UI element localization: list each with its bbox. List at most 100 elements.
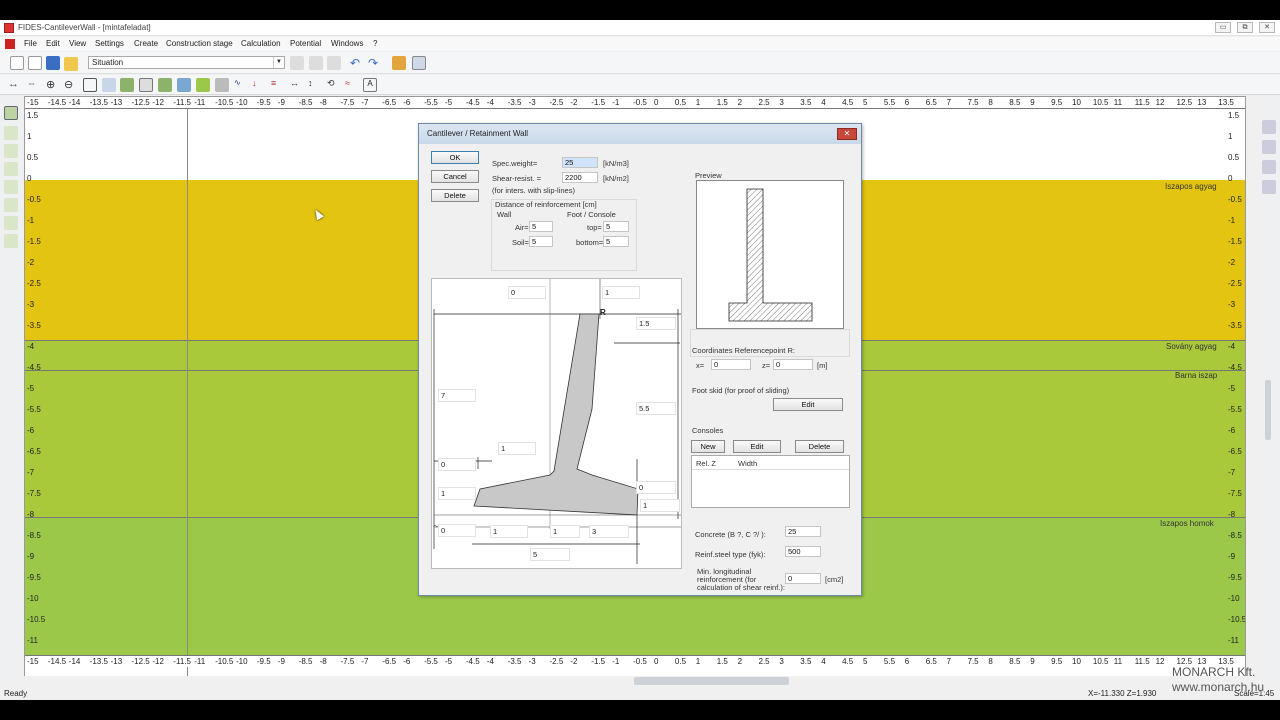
menu-windows[interactable]: Windows: [331, 39, 363, 48]
zoom-in-icon[interactable]: ⊕: [46, 78, 60, 92]
concrete-input[interactable]: 25: [785, 526, 821, 537]
dialog-close-button[interactable]: ✕: [837, 128, 857, 140]
menu-help[interactable]: ?: [373, 39, 377, 48]
restore-button[interactable]: ⧉: [1237, 22, 1253, 33]
new-doc-icon[interactable]: [28, 56, 42, 70]
dim-input[interactable]: 0: [438, 458, 476, 471]
dim-input[interactable]: 5: [530, 548, 570, 561]
vertical-scrollbar[interactable]: [1265, 380, 1271, 440]
water-icon[interactable]: ≈: [345, 78, 359, 92]
line-load-icon[interactable]: ≡: [271, 78, 285, 92]
wall-geometry-editor[interactable]: R 0 1 1.5 7 5.5 1 0 1 0 1 0 1 1 3 5: [431, 278, 682, 569]
y-axis-label: -5.5: [1228, 405, 1242, 414]
dim-input[interactable]: 0: [438, 524, 476, 537]
delete-console-button[interactable]: Delete: [795, 440, 844, 453]
menu-calculation[interactable]: Calculation: [241, 39, 281, 48]
dim-input[interactable]: 1.5: [636, 317, 676, 330]
ruler-tick: -13: [110, 98, 123, 107]
dim-input[interactable]: 3: [589, 525, 629, 538]
menu-construction-stage[interactable]: Construction stage: [166, 39, 233, 48]
side-tool-icon[interactable]: [1262, 120, 1276, 134]
tool-icon[interactable]: [4, 126, 18, 140]
load-icon[interactable]: ∿: [234, 78, 248, 92]
min-long-input[interactable]: 0: [785, 573, 821, 584]
print-preview-icon[interactable]: [412, 56, 426, 70]
dim-input[interactable]: 1: [490, 525, 528, 538]
grid-icon[interactable]: [102, 78, 116, 92]
edit-console-button[interactable]: Edit: [733, 440, 781, 453]
hand-icon[interactable]: ↔: [8, 78, 22, 92]
rotate-icon[interactable]: ⟲: [327, 78, 341, 92]
tool-icon[interactable]: [4, 216, 18, 230]
open-folder-icon[interactable]: [64, 57, 78, 71]
anchor-icon[interactable]: [196, 78, 210, 92]
menu-potential[interactable]: Potential: [290, 39, 321, 48]
pile-icon[interactable]: [215, 78, 229, 92]
save-icon[interactable]: [46, 56, 60, 70]
dim-input[interactable]: 5.5: [636, 402, 676, 415]
scroll-thumb[interactable]: [634, 677, 789, 685]
layer-icon[interactable]: [120, 78, 134, 92]
force-icon[interactable]: ↓: [252, 78, 266, 92]
dim-input[interactable]: 7: [438, 389, 476, 402]
app-icon: [4, 23, 14, 33]
first-icon[interactable]: [290, 56, 304, 70]
situation-select[interactable]: Situation ▼: [88, 56, 285, 69]
top-input[interactable]: 5: [603, 221, 629, 232]
zoom-out-icon[interactable]: ⊖: [64, 78, 78, 92]
pan-icon[interactable]: ⇔: [27, 78, 41, 92]
tool-icon[interactable]: [4, 144, 18, 158]
delete-button[interactable]: Delete: [431, 189, 479, 202]
bottom-input[interactable]: 5: [603, 236, 629, 247]
new-console-button[interactable]: New: [691, 440, 725, 453]
horizontal-scrollbar[interactable]: [24, 676, 1246, 686]
new-file-icon[interactable]: [10, 56, 24, 70]
air-input[interactable]: 5: [529, 221, 553, 232]
steel-input[interactable]: 500: [785, 546, 821, 557]
tool-icon[interactable]: [4, 162, 18, 176]
cancel-button[interactable]: Cancel: [431, 170, 479, 183]
side-tool-icon[interactable]: [1262, 140, 1276, 154]
dim-input[interactable]: 0: [508, 286, 546, 299]
terrain-icon[interactable]: [158, 78, 172, 92]
foot-skid-edit-button[interactable]: Edit: [773, 398, 843, 411]
next-icon[interactable]: [309, 56, 323, 70]
x-input[interactable]: 0: [711, 359, 751, 370]
menu-view[interactable]: View: [69, 39, 86, 48]
copy-icon[interactable]: [392, 56, 406, 70]
undo-icon[interactable]: ↶: [350, 56, 364, 70]
text-icon[interactable]: A: [363, 78, 377, 92]
dim-input[interactable]: 1: [602, 286, 640, 299]
side-tool-icon[interactable]: [1262, 180, 1276, 194]
soil-input[interactable]: 5: [529, 236, 553, 247]
menu-file[interactable]: File: [24, 39, 37, 48]
menu-create[interactable]: Create: [134, 39, 158, 48]
shear-resist-input[interactable]: 2200: [562, 172, 598, 183]
menu-settings[interactable]: Settings: [95, 39, 124, 48]
z-input[interactable]: 0: [773, 359, 813, 370]
dim-input[interactable]: 1: [438, 487, 476, 500]
document-icon[interactable]: [5, 39, 15, 49]
menu-edit[interactable]: Edit: [46, 39, 60, 48]
redo-icon[interactable]: ↷: [368, 56, 382, 70]
side-tool-icon[interactable]: [1262, 160, 1276, 174]
dim-input[interactable]: 1: [550, 525, 580, 538]
ok-button[interactable]: OK: [431, 151, 479, 164]
zoom-window-icon[interactable]: [83, 78, 97, 92]
tool-icon[interactable]: [4, 198, 18, 212]
dim-input[interactable]: 1: [640, 499, 680, 512]
wall-icon[interactable]: [177, 78, 191, 92]
select-icon[interactable]: [4, 106, 18, 120]
close-window-button[interactable]: ✕: [1259, 22, 1275, 33]
minimize-button[interactable]: ▭: [1215, 22, 1231, 33]
tool-icon[interactable]: [4, 180, 18, 194]
tool-icon[interactable]: [4, 234, 18, 248]
vertical-icon[interactable]: ↕: [308, 78, 322, 92]
table-icon[interactable]: [139, 78, 153, 92]
dimension-icon[interactable]: ↔: [290, 78, 304, 92]
last-icon[interactable]: [327, 56, 341, 70]
spec-weight-input[interactable]: 25: [562, 157, 598, 168]
dim-input[interactable]: 0: [636, 481, 676, 494]
consoles-table[interactable]: Rel. Z Width: [691, 455, 850, 508]
dim-input[interactable]: 1: [498, 442, 536, 455]
